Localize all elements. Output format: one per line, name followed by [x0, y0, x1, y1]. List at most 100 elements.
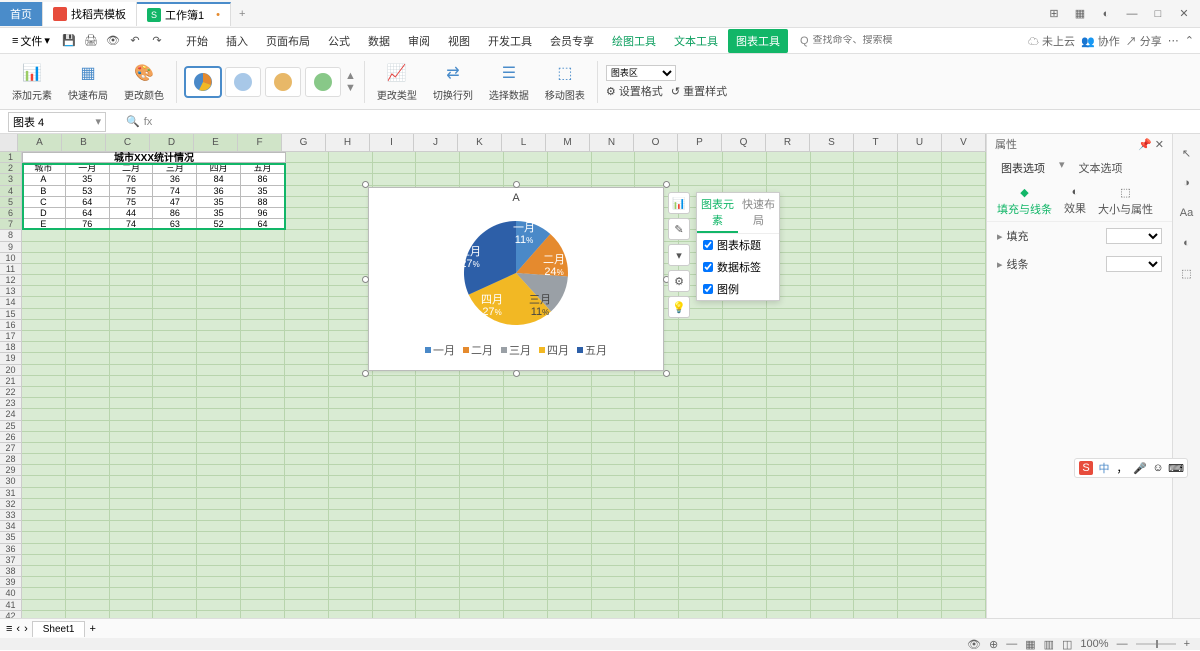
legend-item[interactable]: 三月: [501, 342, 531, 358]
cell[interactable]: [504, 376, 548, 387]
cell[interactable]: [635, 600, 679, 611]
cell[interactable]: [548, 488, 592, 499]
chart-legend[interactable]: 一月二月三月四月五月: [369, 342, 663, 358]
row-header[interactable]: 28: [0, 454, 22, 465]
cell[interactable]: [22, 264, 66, 275]
cell[interactable]: [153, 465, 197, 476]
tab-templates[interactable]: 找稻壳模板: [43, 2, 137, 26]
cell[interactable]: [285, 600, 329, 611]
row-header[interactable]: 40: [0, 588, 22, 599]
mtab-chart[interactable]: 图表工具: [728, 29, 788, 53]
cell[interactable]: [66, 242, 110, 253]
props-size[interactable]: ⬚大小与属性: [1098, 186, 1153, 217]
cell[interactable]: [504, 476, 548, 487]
cell[interactable]: [329, 286, 373, 297]
cell[interactable]: [723, 309, 767, 320]
cell[interactable]: [942, 331, 986, 342]
cell[interactable]: 64: [241, 219, 285, 230]
cell[interactable]: [241, 242, 285, 253]
cell[interactable]: [942, 297, 986, 308]
cell[interactable]: [942, 174, 986, 185]
cell[interactable]: [329, 544, 373, 555]
cell[interactable]: [197, 488, 241, 499]
cell[interactable]: [460, 376, 504, 387]
cell[interactable]: [723, 499, 767, 510]
row-header[interactable]: 20: [0, 365, 22, 376]
cell[interactable]: [329, 387, 373, 398]
cell[interactable]: [592, 465, 636, 476]
cell[interactable]: [285, 219, 329, 230]
cell[interactable]: [241, 230, 285, 241]
cell[interactable]: [153, 443, 197, 454]
cell[interactable]: [504, 566, 548, 577]
cell[interactable]: [329, 376, 373, 387]
cell[interactable]: [197, 230, 241, 241]
mtab-formula[interactable]: 公式: [320, 29, 358, 53]
cell[interactable]: [22, 454, 66, 465]
cell[interactable]: [197, 398, 241, 409]
cell[interactable]: [153, 286, 197, 297]
cell[interactable]: [241, 331, 285, 342]
cell[interactable]: [373, 465, 417, 476]
cell[interactable]: [679, 577, 723, 588]
cell[interactable]: [811, 409, 855, 420]
cell[interactable]: [811, 286, 855, 297]
cell[interactable]: [898, 465, 942, 476]
cell[interactable]: [942, 286, 986, 297]
cell[interactable]: [241, 566, 285, 577]
cell[interactable]: [898, 331, 942, 342]
cell[interactable]: [66, 600, 110, 611]
cell[interactable]: [635, 577, 679, 588]
cell[interactable]: [329, 432, 373, 443]
cell[interactable]: [416, 443, 460, 454]
cell[interactable]: [197, 432, 241, 443]
cell[interactable]: [153, 454, 197, 465]
cell[interactable]: [767, 510, 811, 521]
cell[interactable]: [197, 365, 241, 376]
chart-tip-button[interactable]: 💡: [668, 296, 690, 318]
cell[interactable]: [504, 152, 548, 163]
props-line-section[interactable]: ▸线条: [987, 250, 1172, 278]
cell[interactable]: [22, 297, 66, 308]
row-header[interactable]: 8: [0, 230, 22, 241]
cell[interactable]: [22, 286, 66, 297]
cell[interactable]: [285, 566, 329, 577]
chart-elements-button[interactable]: 📊: [668, 192, 690, 214]
cell[interactable]: [942, 264, 986, 275]
cell[interactable]: [416, 499, 460, 510]
cell[interactable]: [767, 376, 811, 387]
cell[interactable]: [679, 488, 723, 499]
cell[interactable]: [548, 600, 592, 611]
cell[interactable]: [854, 376, 898, 387]
cell[interactable]: [285, 432, 329, 443]
cell[interactable]: [504, 510, 548, 521]
cell[interactable]: [854, 320, 898, 331]
cell[interactable]: [679, 588, 723, 599]
cell[interactable]: [373, 387, 417, 398]
cell[interactable]: [811, 588, 855, 599]
view-target-icon[interactable]: ⊕: [989, 638, 998, 651]
cell[interactable]: [241, 532, 285, 543]
cell[interactable]: 52: [197, 219, 241, 230]
cell[interactable]: [22, 432, 66, 443]
cell[interactable]: [329, 409, 373, 420]
cell[interactable]: [329, 365, 373, 376]
cell[interactable]: 76: [66, 219, 110, 230]
cell[interactable]: [854, 398, 898, 409]
cell[interactable]: [110, 286, 154, 297]
cell[interactable]: [22, 600, 66, 611]
cell[interactable]: [241, 421, 285, 432]
cell[interactable]: [592, 544, 636, 555]
cell[interactable]: [460, 421, 504, 432]
mtab-layout[interactable]: 页面布局: [258, 29, 318, 53]
cell[interactable]: [592, 163, 636, 174]
cell[interactable]: [679, 454, 723, 465]
cell[interactable]: [460, 510, 504, 521]
cell[interactable]: [373, 421, 417, 432]
select-all-corner[interactable]: [0, 134, 18, 151]
cell[interactable]: [811, 387, 855, 398]
sheet-prev-icon[interactable]: ‹: [16, 623, 20, 635]
row-header[interactable]: 41: [0, 600, 22, 611]
cell[interactable]: [504, 577, 548, 588]
cell[interactable]: [592, 499, 636, 510]
